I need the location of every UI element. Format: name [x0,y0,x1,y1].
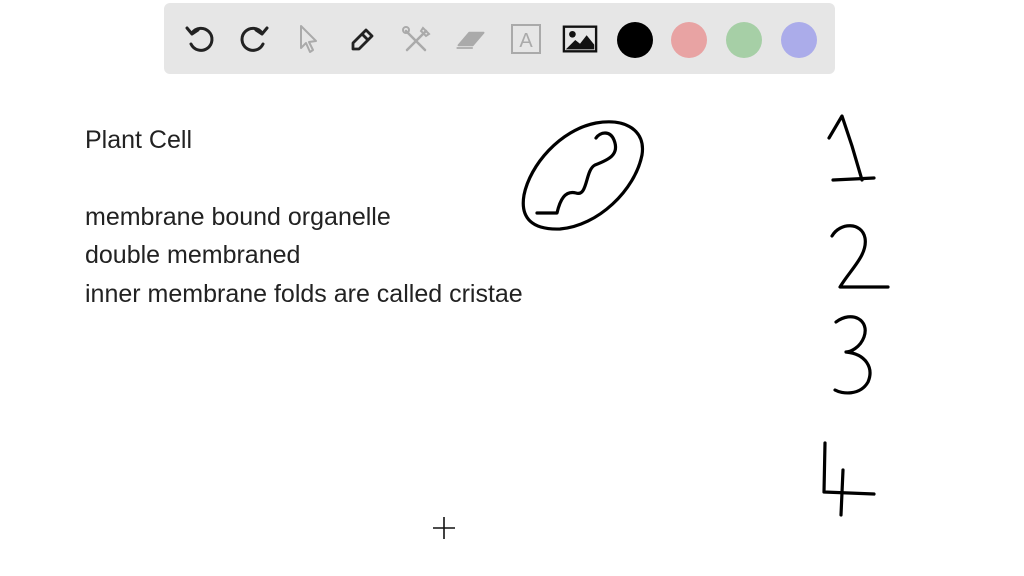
handwritten-ink-layer [521,114,890,517]
handwritten-number-3 [833,315,872,395]
handwritten-number-2 [830,224,890,289]
mitochondrion-sketch [521,120,645,231]
crosshair-cursor-icon [433,517,455,539]
handwritten-number-4 [822,441,876,517]
handwritten-number-1 [827,114,876,182]
